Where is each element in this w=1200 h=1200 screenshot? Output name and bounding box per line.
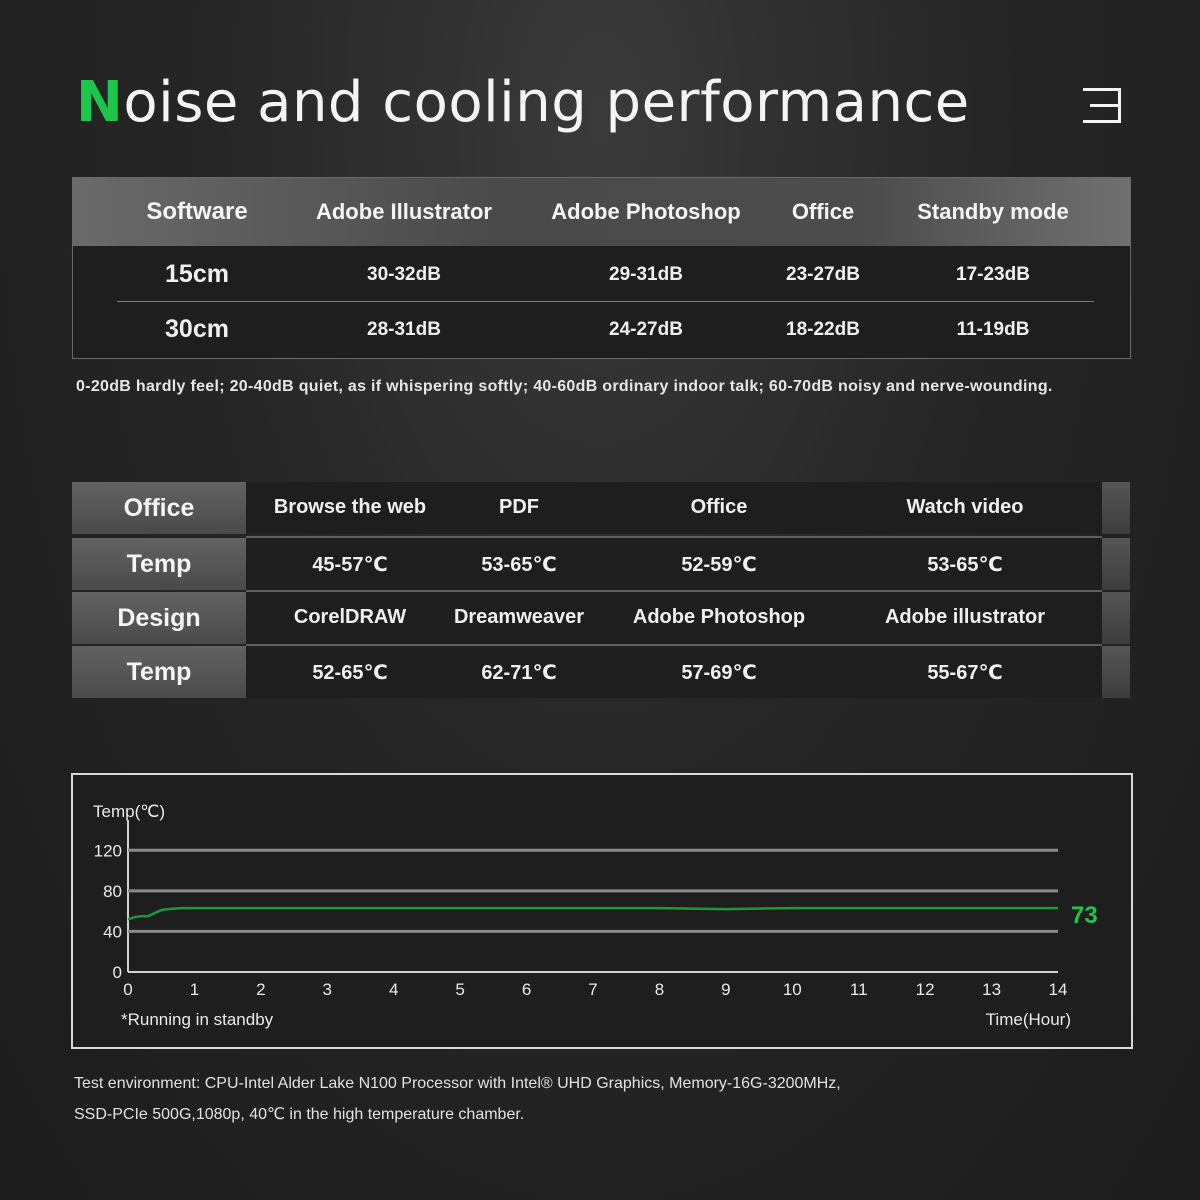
row-label: 30cm: [165, 315, 229, 343]
table-cell: 17-23dB: [956, 264, 1030, 285]
chart-x-tick-label: 3: [323, 980, 332, 999]
row-label-box: Temp: [72, 646, 246, 698]
table-cell: Adobe illustrator: [884, 606, 1045, 628]
row-label: Temp: [126, 550, 192, 578]
table-cell: 29-31dB: [609, 264, 683, 285]
temp-row-office-temp: Temp 45-57℃ 53-65℃ 52-59℃ 53-65℃: [72, 538, 1130, 590]
table-cell: 18-22dB: [786, 319, 860, 340]
chart-x-tick-label: 1: [190, 980, 199, 999]
table-cell: 45-57℃: [312, 554, 388, 576]
table-cell: Office: [690, 496, 748, 518]
row-label-box: Office: [72, 482, 246, 534]
table-cell: 53-65℃: [927, 554, 1003, 576]
row-label: 15cm: [165, 260, 229, 288]
table-cell: 24-27dB: [609, 319, 683, 340]
title-rest: oise and cooling performance: [123, 70, 970, 135]
row-label: Temp: [126, 658, 192, 686]
table-cell: PDF: [499, 496, 539, 518]
table-cell: Dreamweaver: [453, 606, 585, 628]
table-cell: 52-65℃: [312, 662, 388, 684]
row-label-box: Temp: [72, 538, 246, 590]
header-illustrator: Adobe Illustrator: [315, 199, 492, 224]
temperature-chart: Temp(℃) Time(Hour) *Running in standby 7…: [71, 773, 1133, 1049]
page-title: Noise and cooling performance: [76, 70, 970, 135]
table-cell: 62-71℃: [481, 662, 557, 684]
noise-row-15cm: 15cm 30-32dB 29-31dB 23-27dB 17-23dB: [73, 248, 1130, 302]
row-end-bar: [1102, 482, 1130, 534]
table-cell: 55-67℃: [927, 662, 1003, 684]
title-accent-letter: N: [76, 70, 124, 135]
temp-row-design: Design CorelDRAW Dreamweaver Adobe Photo…: [72, 592, 1130, 644]
chart-x-tick-label: 6: [522, 980, 531, 999]
chart-y-tick-label: 80: [103, 882, 122, 901]
table-cell: Browse the web: [273, 496, 427, 518]
footnote-line-1: Test environment: CPU-Intel Alder Lake N…: [74, 1075, 841, 1092]
chart-y-tick-label: 120: [94, 841, 122, 860]
table-cell: CorelDRAW: [293, 606, 407, 628]
chart-x-axis-label: Time(Hour): [986, 1010, 1071, 1029]
chart-svg: Temp(℃) Time(Hour) *Running in standby 7…: [93, 802, 1098, 1029]
table-cell: 11-19dB: [956, 319, 1030, 340]
row-label: Office: [123, 494, 195, 522]
chart-x-tick-label: 14: [1049, 980, 1068, 999]
noise-divider: [117, 301, 1094, 302]
chart-x-tick-label: 8: [655, 980, 664, 999]
table-cell: Adobe Photoshop: [632, 606, 806, 628]
footnote-line-2: SSD-PCIe 500G,1080p, 40℃ in the high tem…: [74, 1106, 525, 1123]
chart-end-value-label: 73: [1071, 902, 1098, 929]
row-end-bar: [1102, 538, 1130, 590]
header-photoshop: Adobe Photoshop: [551, 199, 741, 224]
table-cell: Watch video: [906, 496, 1024, 518]
row-label-box: Design: [72, 592, 246, 644]
noise-row-30cm: 30cm 28-31dB 24-27dB 18-22dB 11-19dB: [73, 303, 1130, 357]
temp-row-design-temp: Temp 52-65℃ 62-71℃ 57-69℃ 55-67℃: [72, 646, 1130, 698]
chart-x-tick-label: 0: [123, 980, 132, 999]
table-cell: 23-27dB: [786, 264, 860, 285]
noise-table-header: Software Adobe Illustrator Adobe Photosh…: [73, 178, 1130, 246]
chart-x-tick-label: 10: [783, 980, 802, 999]
chart-y-axis-label: Temp(℃): [93, 802, 165, 821]
chart-x-tick-label: 2: [256, 980, 265, 999]
chart-x-tick-label: 5: [455, 980, 464, 999]
row-end-bar: [1102, 646, 1130, 698]
chart-x-tick-label: 12: [916, 980, 935, 999]
header-office: Office: [791, 199, 855, 224]
table-cell: 57-69℃: [681, 662, 757, 684]
chart-annotation: *Running in standby: [121, 1010, 274, 1029]
header-software: Software: [146, 198, 248, 225]
table-cell: 52-59℃: [681, 554, 757, 576]
chart-x-tick-label: 4: [389, 980, 398, 999]
row-end-bar: [1102, 592, 1130, 644]
header-standby: Standby mode: [917, 199, 1069, 224]
table-cell: 28-31dB: [367, 319, 441, 340]
temperature-table: Office Browse the web PDF Office Watch v…: [72, 482, 1130, 700]
chart-y-tick-label: 40: [103, 922, 122, 941]
chart-x-tick-label: 7: [588, 980, 597, 999]
temp-row-office: Office Browse the web PDF Office Watch v…: [72, 482, 1130, 534]
noise-table: Software Adobe Illustrator Adobe Photosh…: [72, 177, 1131, 359]
row-label: Design: [117, 604, 201, 632]
chart-x-tick-label: 11: [850, 980, 868, 999]
chart-x-tick-label: 9: [721, 980, 730, 999]
table-cell: 53-65℃: [481, 554, 557, 576]
test-environment-footnote: Test environment: CPU-Intel Alder Lake N…: [74, 1068, 1074, 1130]
chart-y-tick-label: 0: [113, 963, 122, 982]
chart-series-line: [127, 906, 1058, 921]
chart-x-tick-label: 13: [982, 980, 1001, 999]
noise-note: 0-20dB hardly feel; 20-40dB quiet, as if…: [76, 378, 1053, 395]
three-bar-logo-icon: [1083, 88, 1121, 123]
table-cell: 30-32dB: [367, 264, 441, 285]
